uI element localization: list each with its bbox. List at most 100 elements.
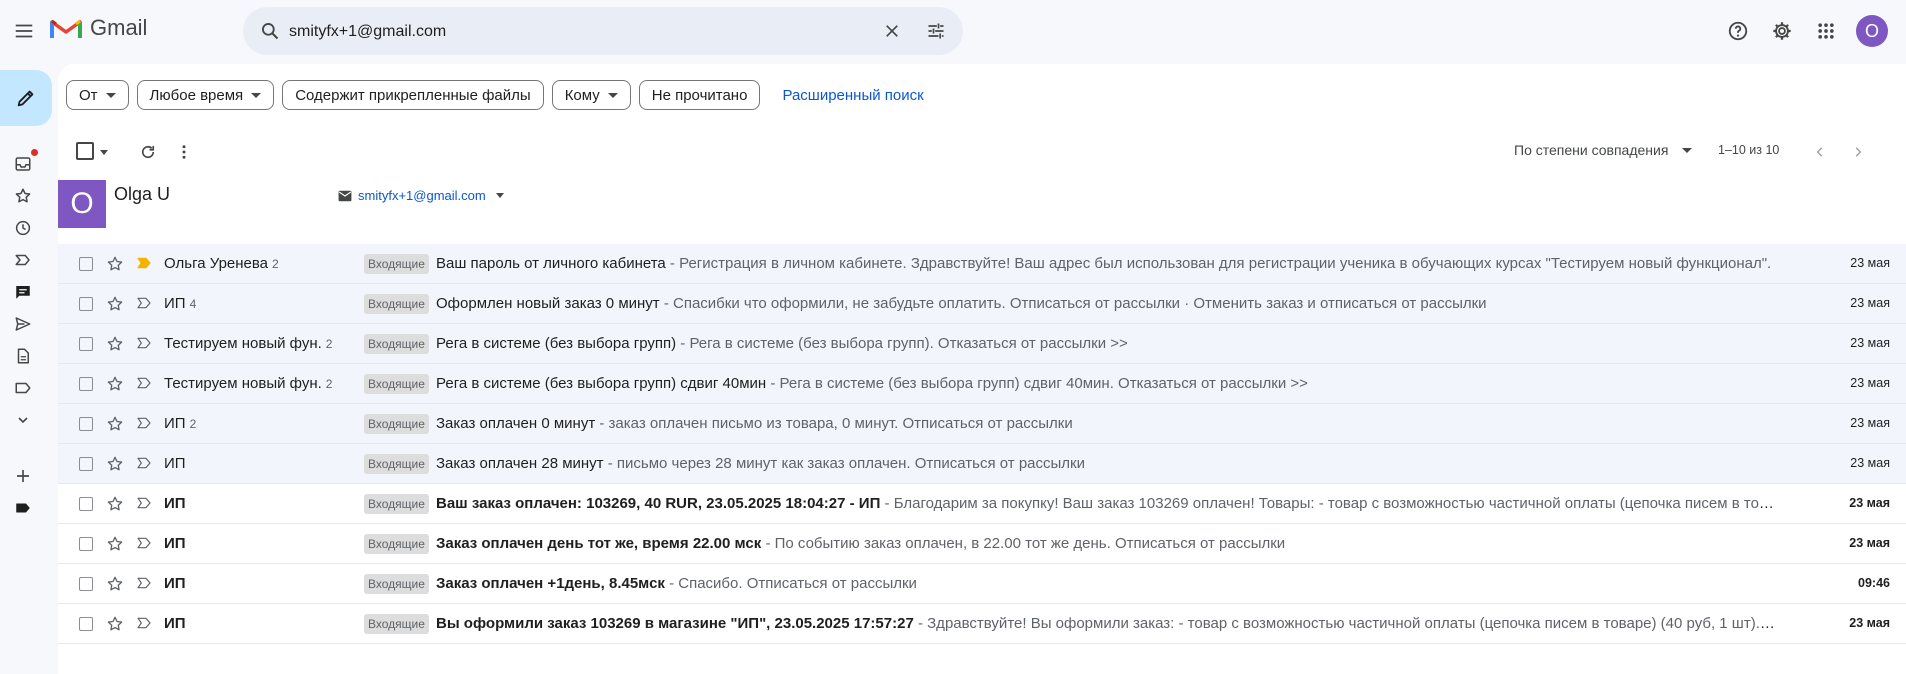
nav-more[interactable] (0, 404, 46, 436)
inbox-label-badge[interactable]: Входящие (364, 534, 429, 554)
inbox-label-badge[interactable]: Входящие (364, 414, 429, 434)
importance-marker-icon (137, 577, 151, 589)
create-label-button[interactable] (0, 460, 46, 492)
star-icon (107, 376, 123, 391)
nav-drafts[interactable] (0, 340, 46, 372)
importance-toggle[interactable] (136, 615, 154, 633)
row-checkbox[interactable] (79, 617, 93, 631)
advanced-search-link[interactable]: Расширенный поиск (782, 87, 923, 104)
sort-dropdown[interactable]: По степени совпадения (1514, 142, 1693, 158)
email-subject: Ваш пароль от личного кабинета (436, 255, 666, 272)
filter-unread-chip[interactable]: Не прочитано (638, 80, 761, 110)
importance-toggle[interactable] (136, 295, 154, 313)
star-toggle[interactable] (105, 334, 125, 354)
inbox-label-badge[interactable]: Входящие (364, 254, 429, 274)
importance-toggle[interactable] (136, 335, 154, 353)
apps-button[interactable] (1806, 11, 1846, 51)
thread-count: 4 (189, 297, 197, 311)
nav-inbox[interactable] (0, 148, 46, 180)
main-panel: От Любое время Содержит прикрепленные фа… (58, 64, 1906, 674)
star-toggle[interactable] (105, 534, 125, 554)
filter-to-chip[interactable]: Кому (551, 80, 631, 110)
star-toggle[interactable] (105, 454, 125, 474)
row-checkbox[interactable] (79, 297, 93, 311)
email-row[interactable]: Тестируем новый фун. 2 Входящие Рега в сист… (58, 364, 1906, 404)
contact-email[interactable]: smityfx+1@gmail.com (338, 188, 504, 203)
importance-toggle[interactable] (136, 455, 154, 473)
star-toggle[interactable] (105, 494, 125, 514)
importance-toggle[interactable] (136, 575, 154, 593)
star-toggle[interactable] (105, 374, 125, 394)
email-row[interactable]: ИП 4 Входящие Оформлен новый заказ 0 минут … (58, 284, 1906, 324)
inbox-label-badge[interactable]: Входящие (364, 614, 429, 634)
importance-toggle[interactable] (136, 535, 154, 553)
row-checkbox[interactable] (79, 257, 93, 271)
email-row[interactable]: ИП Входящие Заказ оплачен 28 минут - письм… (58, 444, 1906, 484)
row-checkbox[interactable] (79, 537, 93, 551)
top-right-actions: O (1718, 11, 1888, 51)
importance-toggle[interactable] (136, 495, 154, 513)
star-toggle[interactable] (105, 574, 125, 594)
email-row[interactable]: ИП Входящие Заказ оплачен +1день, 8.45мск … (58, 564, 1906, 604)
email-row[interactable]: ИП Входящие Заказ оплачен день тот же, вре… (58, 524, 1906, 564)
row-sender: ИП (164, 495, 364, 512)
contact-avatar[interactable]: O (58, 180, 106, 228)
inbox-label-badge[interactable]: Входящие (364, 374, 429, 394)
inbox-label-badge[interactable]: Входящие (364, 574, 429, 594)
select-menu-caret-icon[interactable] (100, 150, 108, 155)
inbox-label-badge[interactable]: Входящие (364, 494, 429, 514)
email-row[interactable]: Тестируем новый фун. 2 Входящие Рега в сист… (58, 324, 1906, 364)
star-toggle[interactable] (105, 414, 125, 434)
help-icon (1728, 21, 1748, 41)
nav-starred[interactable] (0, 180, 46, 212)
importance-toggle[interactable] (136, 375, 154, 393)
importance-toggle[interactable] (136, 255, 154, 273)
star-toggle[interactable] (105, 254, 125, 274)
nav-snoozed[interactable] (0, 212, 46, 244)
clear-search-button[interactable] (875, 14, 909, 48)
email-row[interactable]: Ольга Уренева 2 Входящие Ваш пароль от личн… (58, 244, 1906, 284)
top-bar: Gmail O (0, 0, 1906, 62)
email-snippet: - Здравствуйте! Вы оформили заказ: - тов… (913, 615, 1778, 632)
nav-important[interactable] (0, 244, 46, 276)
contact-card: O Olga U smityfx+1@gmail.com (58, 180, 1906, 240)
older-button[interactable] (1842, 136, 1874, 168)
email-row[interactable]: ИП Входящие Вы оформили заказ 103269 в маг… (58, 604, 1906, 644)
inbox-label-badge[interactable]: Входящие (364, 454, 429, 474)
gmail-logo[interactable]: Gmail (50, 15, 147, 41)
contact-email-text: smityfx+1@gmail.com (358, 188, 486, 203)
settings-button[interactable] (1762, 11, 1802, 51)
search-input[interactable] (287, 17, 851, 47)
email-row[interactable]: ИП 2 Входящие Заказ оплачен 0 минут - заказ… (58, 404, 1906, 444)
star-toggle[interactable] (105, 294, 125, 314)
star-toggle[interactable] (105, 614, 125, 634)
nav-labels[interactable] (0, 372, 46, 404)
row-checkbox[interactable] (79, 577, 93, 591)
nav-chats[interactable] (0, 276, 46, 308)
email-row[interactable]: ИП Входящие Ваш заказ оплачен: 103269, 40 … (58, 484, 1906, 524)
compose-button[interactable] (0, 70, 52, 126)
inbox-label-badge[interactable]: Входящие (364, 294, 429, 314)
search-options-button[interactable] (919, 14, 953, 48)
filter-from-chip[interactable]: От (66, 80, 129, 110)
main-menu-button[interactable] (6, 13, 42, 49)
newer-button[interactable] (1804, 136, 1836, 168)
row-checkbox[interactable] (79, 377, 93, 391)
importance-toggle[interactable] (136, 415, 154, 433)
filter-attachments-chip[interactable]: Содержит прикрепленные файлы (282, 80, 544, 110)
row-content: Заказ оплачен +1день, 8.45мск - Спасибо.… (436, 575, 1778, 592)
account-avatar[interactable]: O (1856, 15, 1888, 47)
help-button[interactable] (1718, 11, 1758, 51)
nav-custom-label[interactable] (0, 492, 46, 524)
search-button[interactable] (253, 14, 287, 48)
filter-time-chip[interactable]: Любое время (136, 80, 275, 110)
select-all-checkbox[interactable] (76, 142, 94, 160)
row-checkbox[interactable] (79, 417, 93, 431)
more-actions-button[interactable] (168, 136, 200, 168)
row-checkbox[interactable] (79, 337, 93, 351)
row-checkbox[interactable] (79, 457, 93, 471)
inbox-label-badge[interactable]: Входящие (364, 334, 429, 354)
nav-sent[interactable] (0, 308, 46, 340)
refresh-button[interactable] (132, 136, 164, 168)
row-checkbox[interactable] (79, 497, 93, 511)
